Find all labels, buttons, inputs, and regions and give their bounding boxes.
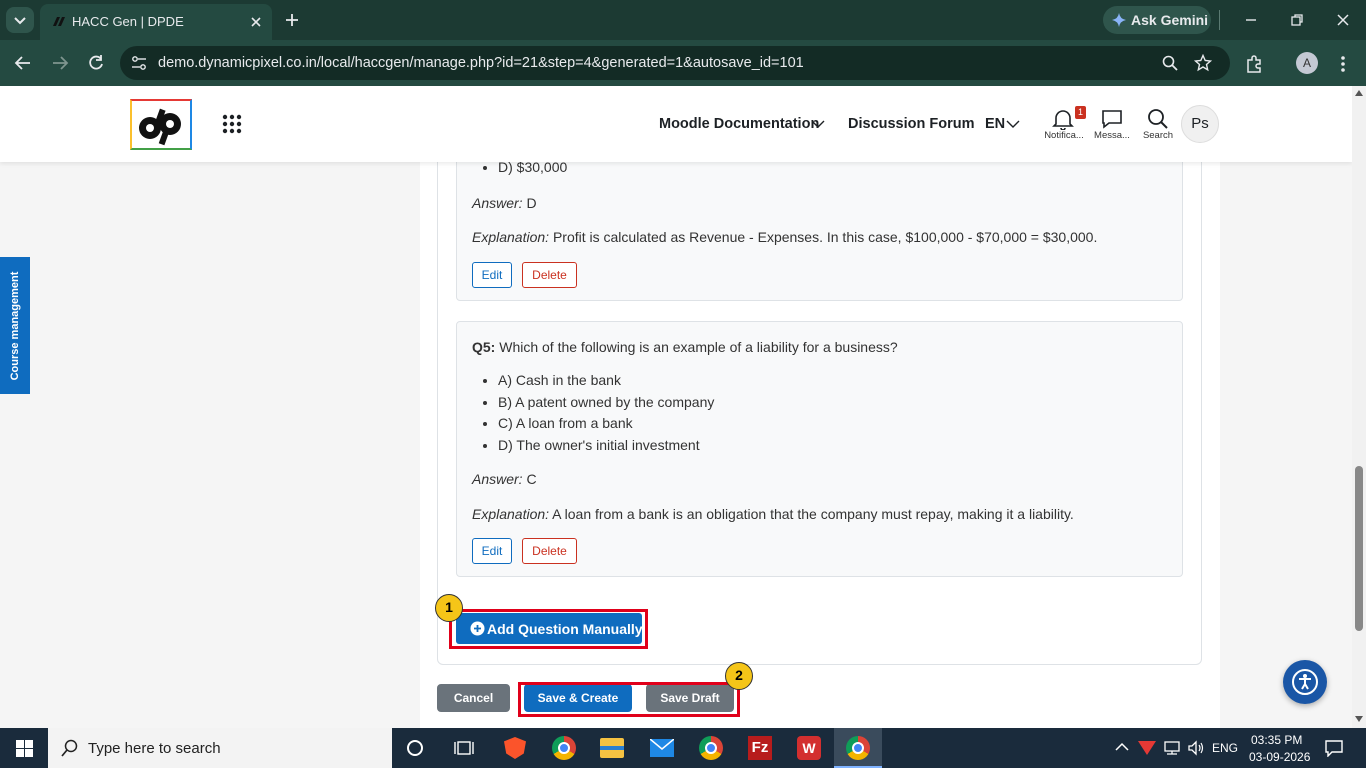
- annotation-badge-2: 2: [725, 662, 753, 690]
- browser-tab[interactable]: HACC Gen | DPDE: [40, 4, 272, 40]
- chevron-down-icon: [1006, 120, 1020, 128]
- bookmark-star-icon[interactable]: [1194, 54, 1212, 72]
- taskbar-search-placeholder: Type here to search: [88, 740, 221, 757]
- gemini-sparkle-icon: [1112, 13, 1126, 27]
- discussion-forum-link[interactable]: Discussion Forum: [848, 116, 975, 132]
- search-icon: [61, 739, 78, 757]
- zoom-icon[interactable]: [1161, 54, 1179, 72]
- chrome-icon: [846, 736, 870, 760]
- close-window-icon[interactable]: [1335, 12, 1351, 28]
- chrome-active-taskbar-item[interactable]: [834, 728, 882, 768]
- q5-question: Q5: Which of the following is an example…: [472, 339, 898, 355]
- browser-menu-icon[interactable]: [1335, 54, 1351, 74]
- scrollbar-thumb[interactable]: [1355, 466, 1363, 631]
- notifications-center-icon[interactable]: [1324, 739, 1344, 757]
- notification-count-badge: 1: [1075, 106, 1086, 119]
- windows-taskbar: Type here to search Fz W ENG 03:35 PM 03…: [0, 728, 1366, 768]
- chrome-icon[interactable]: [552, 736, 576, 760]
- q5-explanation: Explanation: A loan from a bank is an ob…: [472, 506, 1074, 522]
- scroll-up-icon[interactable]: [1355, 90, 1363, 96]
- q5-edit-button[interactable]: Edit: [472, 538, 512, 564]
- messages-button[interactable]: Messa...: [1092, 106, 1132, 142]
- annotation-badge-1: 1: [435, 594, 463, 622]
- moodle-documentation-link[interactable]: Moodle Documentation: [659, 116, 819, 132]
- q5-delete-button[interactable]: Delete: [522, 538, 577, 564]
- taskbar-search-box[interactable]: Type here to search: [48, 728, 392, 768]
- task-view-icon[interactable]: [454, 739, 474, 757]
- search-label: Search: [1142, 130, 1174, 141]
- windows-start-icon[interactable]: [16, 740, 33, 757]
- q4-delete-button[interactable]: Delete: [522, 262, 577, 288]
- site-logo[interactable]: [130, 99, 192, 150]
- extensions-icon[interactable]: [1244, 54, 1264, 74]
- messages-label: Messa...: [1094, 130, 1130, 141]
- browser-tab-strip: HACC Gen | DPDE Ask Gemini: [0, 0, 1366, 40]
- app-grid-icon[interactable]: [222, 114, 242, 134]
- accessibility-button[interactable]: [1283, 660, 1327, 704]
- q5-answer: Answer: C: [472, 471, 537, 487]
- address-bar[interactable]: demo.dynamicpixel.co.in/local/haccgen/ma…: [120, 46, 1230, 80]
- q5-option: C) A loan from a bank: [498, 413, 714, 435]
- user-avatar[interactable]: Ps: [1181, 105, 1219, 143]
- file-explorer-icon[interactable]: [600, 738, 624, 758]
- mail-icon[interactable]: [650, 739, 674, 757]
- q5-option: D) The owner's initial investment: [498, 435, 714, 457]
- url-text: demo.dynamicpixel.co.in/local/haccgen/ma…: [158, 55, 804, 71]
- input-language[interactable]: ENG: [1212, 741, 1238, 755]
- chrome-profile-icon[interactable]: [699, 736, 723, 760]
- search-button[interactable]: Search: [1140, 106, 1176, 142]
- dp-logo-icon: [139, 108, 181, 146]
- filezilla-icon[interactable]: Fz: [748, 736, 772, 760]
- course-management-label: Course management: [9, 271, 21, 380]
- annotation-box-2: [518, 682, 740, 717]
- ask-gemini-button[interactable]: Ask Gemini: [1103, 6, 1211, 34]
- notifications-label: Notifica...: [1044, 130, 1084, 141]
- antivirus-tray-icon[interactable]: [1138, 741, 1156, 755]
- page-scrollbar[interactable]: [1352, 86, 1366, 728]
- site-favicon-icon: [53, 17, 65, 26]
- clock-time[interactable]: 03:35 PM: [1251, 733, 1302, 747]
- accessibility-icon: [1292, 669, 1318, 695]
- clock-date[interactable]: 03-09-2026: [1249, 750, 1310, 764]
- message-bubble-icon: [1102, 110, 1122, 129]
- brave-icon[interactable]: [504, 737, 526, 759]
- network-icon[interactable]: [1162, 740, 1182, 756]
- ask-gemini-label: Ask Gemini: [1131, 12, 1209, 28]
- back-icon[interactable]: [13, 53, 33, 73]
- annotation-box-1: [449, 609, 648, 649]
- notifications-button[interactable]: 1 Notifica...: [1042, 106, 1086, 142]
- chevron-down-icon: [811, 120, 825, 128]
- volume-icon[interactable]: [1187, 740, 1205, 756]
- q5-option: B) A patent owned by the company: [498, 392, 714, 414]
- search-icon: [1148, 109, 1168, 129]
- close-tab-icon[interactable]: [248, 14, 264, 30]
- q4-explanation: Explanation: Profit is calculated as Rev…: [472, 229, 1098, 245]
- restore-icon[interactable]: [1289, 12, 1305, 28]
- profile-avatar[interactable]: A: [1296, 52, 1318, 74]
- reload-icon[interactable]: [86, 53, 106, 73]
- chevron-up-icon[interactable]: [1115, 742, 1129, 752]
- q4-edit-button[interactable]: Edit: [472, 262, 512, 288]
- q5-options: A) Cash in the bank B) A patent owned by…: [472, 370, 714, 456]
- language-selector[interactable]: EN: [985, 116, 1005, 132]
- q4-answer: Answer: D: [472, 195, 537, 211]
- site-navbar: Moodle Documentation Discussion Forum EN…: [0, 86, 1352, 162]
- tab-title: HACC Gen | DPDE: [72, 14, 184, 29]
- scroll-down-icon[interactable]: [1355, 716, 1363, 722]
- minimize-icon[interactable]: [1243, 12, 1259, 28]
- cortana-icon[interactable]: [406, 739, 424, 757]
- cancel-button[interactable]: Cancel: [437, 684, 510, 712]
- new-tab-icon[interactable]: [283, 11, 301, 29]
- wps-office-icon[interactable]: W: [797, 736, 821, 760]
- question-card-5: Q5: Which of the following is an example…: [456, 321, 1183, 577]
- course-management-drawer-tab[interactable]: Course management: [0, 257, 30, 394]
- site-settings-icon[interactable]: [130, 55, 148, 71]
- tab-search-button[interactable]: [6, 7, 34, 33]
- bell-icon: [1052, 110, 1074, 130]
- chevron-down-icon: [14, 17, 26, 25]
- forward-icon[interactable]: [50, 53, 70, 73]
- q5-option: A) Cash in the bank: [498, 370, 714, 392]
- page-viewport: Moodle Documentation Discussion Forum EN…: [0, 86, 1352, 728]
- separator: [1219, 10, 1220, 30]
